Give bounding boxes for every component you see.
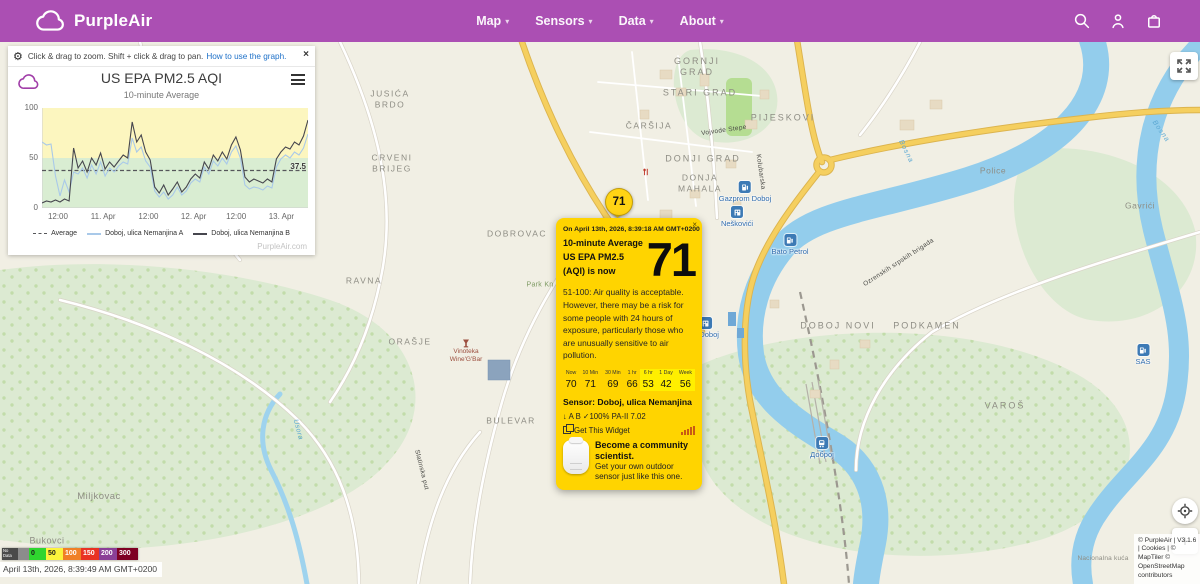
popup-sensor-name: Sensor: Doboj, ulica Nemanjina (563, 397, 695, 407)
graph-subtitle: 10-minute Average (8, 90, 315, 100)
aqi-averages-table: Now10 Min30 Min1 hr6 hr1 DayWeek 70716966… (563, 369, 695, 391)
x-tick-11-apr: 11. Apr (91, 212, 116, 221)
popup-value-label: 10-minute AverageUS EPA PM2.5(AQI) is no… (563, 237, 647, 279)
chart-menu-icon[interactable] (291, 74, 305, 88)
scale-stop-150: 150 (81, 548, 99, 560)
poi-bato-petrol: Bato Petrol (771, 234, 808, 256)
graph-help-link[interactable]: How to use the graph. (206, 52, 286, 61)
scale-stop-200: 200 (99, 548, 117, 560)
nav-item-map[interactable]: Map▾ (476, 14, 509, 28)
x-tick-12-00: 12:00 (138, 212, 158, 221)
map-timestamp: April 13th, 2026, 8:39:49 AM GMT+0200 (0, 562, 162, 577)
nav-item-sensors[interactable]: Sensors▾ (535, 14, 592, 28)
cloud-logo-icon (36, 10, 66, 32)
cta-text: Get your own outdoor sensor just like th… (595, 462, 695, 483)
avg-header-1-day: 1 Day (656, 369, 676, 378)
avg-header-30-min: 30 Min (602, 369, 625, 378)
brand-name: PurpleAir (74, 11, 152, 31)
poi-sas: SAS (1135, 344, 1150, 366)
legend-item-doboj-ulica-nemanjina-a[interactable]: Doboj, ulica Nemanjina A (87, 230, 183, 237)
fullscreen-icon (1176, 58, 1192, 74)
x-tick-12-00: 12:00 (226, 212, 246, 221)
rail-icon (816, 437, 828, 449)
gear-icon[interactable]: ⚙ (13, 50, 23, 63)
map-attribution[interactable]: © PurpleAir | V3.1.6 | Cookies | © MapTi… (1134, 534, 1200, 584)
avg-value-1-hr: 66 (624, 378, 640, 391)
top-navbar: PurpleAir Map▾ Sensors▾ Data▾ About▾ (0, 0, 1200, 42)
close-icon[interactable]: × (303, 49, 309, 60)
scale-no-data: No Data (2, 548, 18, 560)
chart-x-axis: 12:00 11. Apr 12:00 12. Apr 12:00 13. Apr (42, 212, 308, 224)
legend-item-doboj-ulica-nemanjina-b[interactable]: Doboj, ulica Nemanjina B (193, 230, 290, 237)
y-tick-100: 100 (14, 103, 38, 112)
avg-value-now: 70 (563, 378, 579, 391)
avg-header-6-hr: 6 hr (640, 369, 656, 378)
cta-title: Become a community scientist. (595, 440, 695, 462)
get-widget-link[interactable]: Get This Widget (563, 426, 630, 435)
scale-stop-50: 50 (46, 548, 63, 560)
shop-icon (731, 206, 743, 218)
nav-item-about[interactable]: About▾ (680, 14, 724, 28)
avg-value-1-day: 42 (656, 378, 676, 391)
graph-hint-text: Click & drag to zoom. Shift + click & dr… (28, 52, 203, 61)
scale-stop-0: 0 (29, 548, 46, 560)
nav-item-data[interactable]: Data▾ (619, 14, 654, 28)
cart-icon[interactable] (1144, 11, 1164, 31)
signal-bars-icon (681, 425, 695, 435)
aqi-color-scale: No Data 050100150200300 (2, 548, 138, 560)
nav-icons (1072, 0, 1164, 42)
scale-stop-300: 300 (117, 548, 138, 560)
poi-: Доброј (810, 437, 834, 459)
popup-widget-row: Get This Widget (563, 425, 695, 435)
x-tick-12-apr: 12. Apr (181, 212, 206, 221)
sensor-graph-panel: ⚙ Click & drag to zoom. Shift + click & … (8, 46, 315, 255)
fuel-icon (739, 181, 751, 193)
fullscreen-button[interactable] (1170, 52, 1198, 80)
popup-value-row: 10-minute AverageUS EPA PM2.5(AQI) is no… (563, 237, 695, 281)
fuel-icon (1137, 344, 1149, 356)
chart-legend: Average Doboj, ulica Nemanjina A Doboj, ul… (8, 230, 315, 237)
search-icon[interactable] (1072, 11, 1092, 31)
poi-food (642, 163, 650, 181)
aqi-popup: × On April 13th, 2026, 8:39:18 AM GMT+02… (556, 218, 702, 490)
sensor-device-image (563, 440, 589, 474)
scale-stop-gray (18, 548, 29, 560)
community-cta[interactable]: Become a community scientist. Get your o… (563, 440, 695, 483)
popup-aqi-value: 71 (647, 239, 695, 281)
avg-value-6-hr: 53 (640, 378, 656, 391)
y-tick-50: 50 (14, 153, 38, 162)
chart-plot-area[interactable]: 37.5 (42, 108, 308, 208)
brand-logo[interactable]: PurpleAir (36, 0, 152, 42)
poi-bar (461, 336, 471, 354)
legend-item-average[interactable]: Average (33, 230, 77, 237)
popup-sensor-meta: ↓ A B ✓100% PA-II 7.02 (563, 412, 695, 421)
copy-icon (563, 426, 571, 434)
avg-value-week: 56 (676, 378, 695, 391)
poi-ne-kovi-i: Neškovići (721, 206, 753, 228)
avg-value-10-min: 71 (579, 378, 602, 391)
fuel-icon (784, 234, 796, 246)
y-tick-0: 0 (14, 203, 38, 212)
aqi-sensor-marker[interactable]: 71 (605, 188, 633, 216)
average-value-label: 37.5 (290, 162, 306, 171)
graph-hint-strip: ⚙ Click & drag to zoom. Shift + click & … (8, 46, 315, 67)
locate-icon (1177, 503, 1193, 519)
avg-header-now: Now (563, 369, 579, 378)
x-tick-12-00: 12:00 (48, 212, 68, 221)
avg-header-1-hr: 1 hr (624, 369, 640, 378)
popup-timestamp: On April 13th, 2026, 8:39:18 AM GMT+0200 (563, 226, 695, 233)
account-icon[interactable] (1108, 11, 1128, 31)
avg-header-week: Week (676, 369, 695, 378)
nav-menu: Map▾ Sensors▾ Data▾ About▾ (476, 14, 724, 28)
avg-value-30-min: 69 (602, 378, 625, 391)
x-tick-13-apr: 13. Apr (269, 212, 294, 221)
graph-title: US EPA PM2.5 AQI (8, 70, 315, 86)
popup-description: 51-100: Air quality is acceptable. Howev… (563, 286, 695, 362)
poi-gazprom-doboj: Gazprom Doboj (719, 181, 772, 203)
popup-close-icon[interactable]: × (692, 220, 697, 229)
avg-header-10-min: 10 Min (579, 369, 602, 378)
watermark: PurpleAir.com (257, 242, 307, 251)
scale-stop-100: 100 (63, 548, 81, 560)
locate-button[interactable] (1172, 498, 1198, 524)
